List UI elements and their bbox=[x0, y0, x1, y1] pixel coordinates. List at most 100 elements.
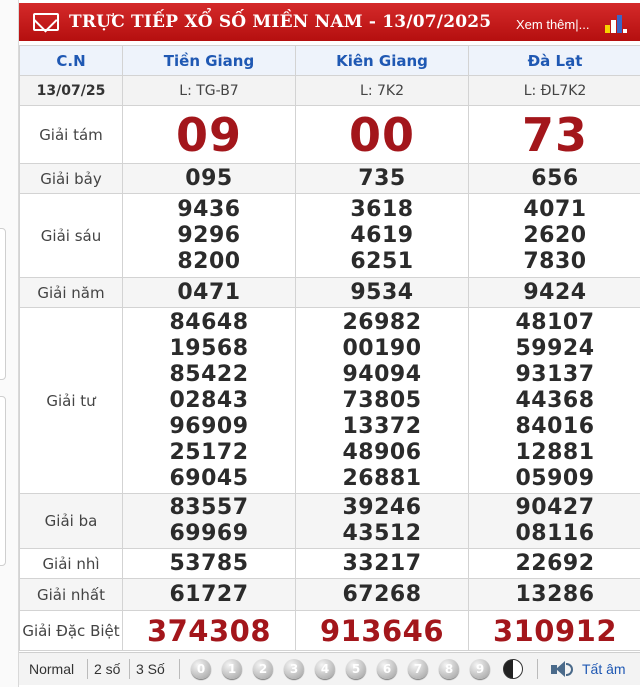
prize-row: Giải nhất 61727 67268 13286 bbox=[19, 578, 640, 611]
prize-number[interactable]: 84016 bbox=[469, 414, 640, 440]
prize-number[interactable]: 00190 bbox=[296, 336, 468, 362]
prize-cell: 67268 bbox=[295, 578, 469, 611]
prize-number[interactable]: 85422 bbox=[123, 362, 295, 388]
prize-number[interactable]: 69969 bbox=[123, 521, 295, 547]
prize-number[interactable]: 73805 bbox=[296, 388, 468, 414]
prize-number[interactable]: 26982 bbox=[296, 310, 468, 336]
prize-number[interactable]: 33217 bbox=[296, 551, 468, 577]
prize-cell: 13286 bbox=[468, 578, 640, 611]
mode-3-digit-button[interactable]: 3 Số bbox=[136, 661, 165, 677]
mail-icon bbox=[33, 13, 59, 31]
prize-number[interactable]: 67268 bbox=[296, 582, 468, 608]
prize-number[interactable]: 9534 bbox=[296, 280, 468, 306]
prize-number[interactable]: 913646 bbox=[296, 612, 468, 650]
prize-cell: 09 bbox=[122, 105, 296, 164]
prize-number[interactable]: 94094 bbox=[296, 362, 468, 388]
prize-label: Giải sáu bbox=[19, 193, 123, 278]
prize-number[interactable]: 05909 bbox=[469, 466, 640, 492]
page-title: TRỰC TIẾP XỔ SỐ MIỀN NAM - 13/07/2025 bbox=[69, 12, 492, 32]
prize-cell: 4071 2620 7830 bbox=[468, 193, 640, 278]
digit-5-button[interactable]: 5 bbox=[346, 659, 366, 679]
prize-number[interactable]: 00 bbox=[296, 108, 468, 162]
digit-2-button[interactable]: 2 bbox=[253, 659, 273, 679]
prize-number[interactable]: 3618 bbox=[296, 197, 468, 223]
yin-yang-icon[interactable] bbox=[503, 659, 523, 679]
prize-number[interactable]: 656 bbox=[469, 166, 640, 192]
digit-1-button[interactable]: 1 bbox=[222, 659, 242, 679]
prize-number[interactable]: 83557 bbox=[123, 495, 295, 521]
prize-number[interactable]: 22692 bbox=[469, 551, 640, 577]
prize-number[interactable]: 374308 bbox=[123, 612, 295, 650]
province-name[interactable]: Kiên Giang bbox=[295, 45, 469, 76]
bar-chart-icon[interactable] bbox=[605, 15, 627, 33]
prize-number[interactable]: 6251 bbox=[296, 249, 468, 275]
prize-number[interactable]: 73 bbox=[469, 108, 640, 162]
mode-2-digit-button[interactable]: 2 số bbox=[94, 661, 120, 677]
digit-0-button[interactable]: 0 bbox=[191, 659, 211, 679]
prize-row: Giải tám 09 00 73 bbox=[19, 105, 640, 164]
panel-header: TRỰC TIẾP XỔ SỐ MIỀN NAM - 13/07/2025 Xe… bbox=[19, 3, 640, 41]
prize-number[interactable]: 90427 bbox=[469, 495, 640, 521]
prize-number[interactable]: 19568 bbox=[123, 336, 295, 362]
prize-cell: 83557 69969 bbox=[122, 493, 296, 549]
prize-cell: 374308 bbox=[122, 610, 296, 651]
results-table: C.N Tiền Giang Kiên Giang Đà Lạt 13/07/2… bbox=[19, 45, 640, 651]
prize-number[interactable]: 84648 bbox=[123, 310, 295, 336]
prize-number[interactable]: 59924 bbox=[469, 336, 640, 362]
prize-cell: 73 bbox=[468, 105, 640, 164]
see-more-link[interactable]: Xem thêm|... bbox=[516, 17, 589, 32]
prize-number[interactable]: 48906 bbox=[296, 440, 468, 466]
divider bbox=[179, 659, 180, 679]
prize-number[interactable]: 43512 bbox=[296, 521, 468, 547]
left-page-edge bbox=[0, 0, 18, 687]
prize-number[interactable]: 12881 bbox=[469, 440, 640, 466]
prize-cell: 53785 bbox=[122, 548, 296, 579]
prize-number[interactable]: 2620 bbox=[469, 223, 640, 249]
prize-number[interactable]: 96909 bbox=[123, 414, 295, 440]
prize-number[interactable]: 0471 bbox=[123, 280, 295, 306]
prize-number[interactable]: 735 bbox=[296, 166, 468, 192]
prize-label: Giải năm bbox=[19, 277, 123, 308]
digit-9-button[interactable]: 9 bbox=[470, 659, 490, 679]
prize-number[interactable]: 13372 bbox=[296, 414, 468, 440]
prize-row: Giải năm 0471 9534 9424 bbox=[19, 277, 640, 308]
digit-8-button[interactable]: 8 bbox=[439, 659, 459, 679]
prize-number[interactable]: 69045 bbox=[123, 466, 295, 492]
prize-cell: 90427 08116 bbox=[468, 493, 640, 549]
prize-cell: 9424 bbox=[468, 277, 640, 308]
digit-3-button[interactable]: 3 bbox=[284, 659, 304, 679]
prize-number[interactable]: 09 bbox=[123, 108, 295, 162]
prize-number[interactable]: 095 bbox=[123, 166, 295, 192]
mode-normal-button[interactable]: Normal bbox=[29, 661, 74, 677]
province-name[interactable]: Đà Lạt bbox=[468, 45, 640, 76]
prize-number[interactable]: 9424 bbox=[469, 280, 640, 306]
prize-number[interactable]: 53785 bbox=[123, 551, 295, 577]
digit-6-button[interactable]: 6 bbox=[377, 659, 397, 679]
prize-number[interactable]: 310912 bbox=[469, 612, 640, 650]
digit-7-button[interactable]: 7 bbox=[408, 659, 428, 679]
prize-cell: 9436 9296 8200 bbox=[122, 193, 296, 278]
bottom-toolbar: Normal 2 số 3 Số 0 1 2 3 4 5 6 7 8 9 Tất… bbox=[19, 652, 640, 685]
prize-number[interactable]: 9436 bbox=[123, 197, 295, 223]
province-name[interactable]: Tiền Giang bbox=[122, 45, 296, 76]
prize-number[interactable]: 8200 bbox=[123, 249, 295, 275]
prize-number[interactable]: 9296 bbox=[123, 223, 295, 249]
prize-number[interactable]: 44368 bbox=[469, 388, 640, 414]
province-header-row: C.N Tiền Giang Kiên Giang Đà Lạt bbox=[19, 45, 640, 76]
prize-label: Giải nhì bbox=[19, 548, 123, 579]
prize-number[interactable]: 25172 bbox=[123, 440, 295, 466]
prize-number[interactable]: 26881 bbox=[296, 466, 468, 492]
read-all-button[interactable]: Tất âm bbox=[582, 661, 626, 677]
prize-number[interactable]: 39246 bbox=[296, 495, 468, 521]
prize-number[interactable]: 4071 bbox=[469, 197, 640, 223]
prize-number[interactable]: 93137 bbox=[469, 362, 640, 388]
prize-number[interactable]: 13286 bbox=[469, 582, 640, 608]
digit-4-button[interactable]: 4 bbox=[315, 659, 335, 679]
prize-number[interactable]: 61727 bbox=[123, 582, 295, 608]
prize-number[interactable]: 02843 bbox=[123, 388, 295, 414]
prize-number[interactable]: 48107 bbox=[469, 310, 640, 336]
speaker-icon[interactable] bbox=[551, 661, 573, 678]
prize-number[interactable]: 08116 bbox=[469, 521, 640, 547]
prize-number[interactable]: 7830 bbox=[469, 249, 640, 275]
prize-number[interactable]: 4619 bbox=[296, 223, 468, 249]
